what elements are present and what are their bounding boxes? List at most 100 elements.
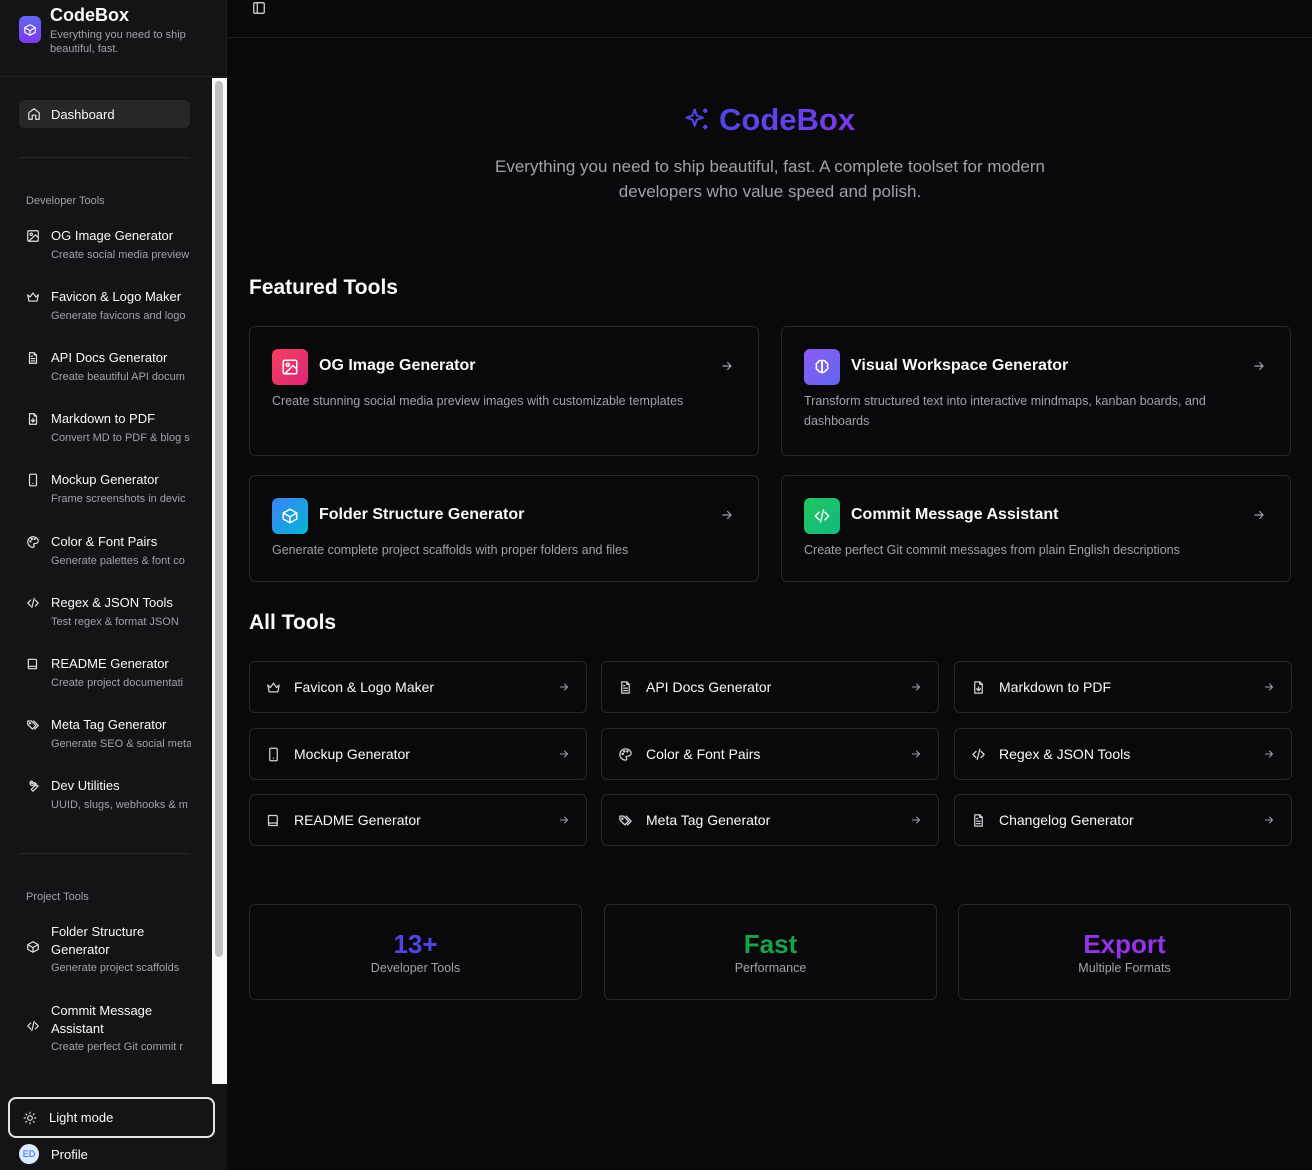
stat-label: Multiple Formats	[1078, 961, 1171, 975]
tool-card-markdown-to-pdf[interactable]: Markdown to PDF	[954, 661, 1292, 713]
sidebar-item-og-image-generator[interactable]: OG Image Generator Create social media pr…	[19, 228, 209, 268]
sidebar-item-readme-generator[interactable]: README Generator Create project documenta…	[19, 656, 209, 696]
sidebar-item-dashboard[interactable]: Dashboard	[19, 100, 190, 128]
stat-value: 13+	[393, 929, 438, 959]
tool-card-favicon-logo-maker[interactable]: Favicon & Logo Maker	[249, 661, 587, 713]
arrow-right-icon	[1252, 359, 1266, 373]
sidebar-item-title: Regex & JSON Tools	[51, 594, 173, 610]
featured-card-visual-workspace-generator[interactable]: Visual Workspace Generator Transform stru…	[781, 326, 1291, 456]
section-label-developer-tools: Developer Tools	[26, 195, 105, 207]
sidebar-item-favicon-logo-maker[interactable]: Favicon & Logo Maker Generate favicons an…	[19, 289, 209, 329]
file-down-icon	[26, 412, 40, 426]
hero-title: CodeBox	[683, 102, 855, 138]
tool-card-color-font-pairs[interactable]: Color & Font Pairs	[601, 728, 939, 780]
tool-card-mockup-generator[interactable]: Mockup Generator	[249, 728, 587, 780]
profile-button[interactable]: ED Profile	[19, 1144, 88, 1164]
palette-icon	[618, 747, 633, 762]
sidebar-item-desc: Create beautiful API docum	[51, 371, 185, 384]
featured-card-title: Commit Message Assistant	[851, 506, 1059, 523]
featured-card-commit-message-assistant[interactable]: Commit Message Assistant Create perfect G…	[781, 475, 1291, 582]
sidebar-toggle-icon[interactable]	[252, 1, 266, 15]
light-mode-button[interactable]: Light mode	[8, 1097, 215, 1138]
palette-icon	[26, 535, 40, 549]
tool-card-title: Regex & JSON Tools	[999, 746, 1131, 762]
arrow-right-icon	[910, 814, 922, 826]
box-icon	[272, 498, 308, 534]
sidebar-item-commit-message-assistant[interactable]: Commit Message Assistant Create perfect …	[19, 1002, 209, 1060]
sidebar-item-dev-utilities[interactable]: Dev Utilities UUID, slugs, webhooks & m	[19, 778, 209, 818]
sidebar-item-desc: Test regex & format JSON	[51, 615, 179, 628]
code-icon	[804, 498, 840, 534]
arrow-right-icon	[720, 359, 734, 373]
divider	[19, 157, 190, 158]
all-tools-heading: All Tools	[249, 611, 337, 634]
arrow-right-icon	[558, 681, 570, 693]
sidebar-item-api-docs-generator[interactable]: API Docs Generator Create beautiful API d…	[19, 350, 209, 390]
image-icon	[26, 229, 40, 243]
stat-label: Performance	[734, 961, 807, 975]
featured-card-title: Folder Structure Generator	[319, 506, 525, 523]
arrow-right-icon	[910, 681, 922, 693]
top-bar	[227, 0, 1312, 38]
code-icon	[26, 1019, 40, 1033]
brain-icon	[804, 349, 840, 385]
arrow-right-icon	[1252, 508, 1266, 522]
book-icon	[266, 813, 281, 828]
brand-header[interactable]: CodeBox Everything you need to ship beau…	[0, 0, 227, 77]
file-text-icon	[26, 351, 40, 365]
sidebar-item-label: Dashboard	[51, 106, 115, 122]
arrow-right-icon	[910, 748, 922, 760]
featured-card-desc: Transform structured text into interacti…	[804, 394, 1206, 428]
tool-card-changelog-generator[interactable]: Changelog Generator	[954, 794, 1292, 846]
featured-card-folder-structure-generator[interactable]: Folder Structure Generator Generate compl…	[249, 475, 759, 582]
sidebar-item-desc: Generate project scaffolds	[51, 962, 180, 974]
sidebar-item-meta-tag-generator[interactable]: Meta Tag Generator Generate SEO & social …	[19, 717, 209, 757]
sidebar-item-markdown-to-pdf[interactable]: Markdown to PDF Convert MD to PDF & blog …	[19, 411, 209, 451]
sidebar-nav[interactable]: Dashboard Developer Tools OG Image Gener…	[0, 78, 212, 1084]
file-text-icon	[971, 813, 986, 828]
sidebar-footer: Light mode ED Profile	[0, 1084, 227, 1170]
featured-card-desc: Create perfect Git commit messages from …	[804, 543, 1180, 557]
crown-icon	[266, 680, 281, 695]
sidebar-item-title: Mockup Generator	[51, 472, 159, 488]
tool-card-title: Meta Tag Generator	[646, 812, 771, 828]
sidebar-item-title: Favicon & Logo Maker	[51, 289, 182, 305]
sidebar-scrollbar-thumb[interactable]	[215, 81, 223, 957]
sidebar-item-title: README Generator	[51, 655, 169, 671]
sidebar-item-title: Color & Font Pairs	[51, 533, 158, 549]
tags-icon	[618, 813, 633, 828]
sidebar-item-color-font-pairs[interactable]: Color & Font Pairs Generate palettes & fo…	[19, 534, 209, 574]
arrow-right-icon	[558, 748, 570, 760]
code-icon	[26, 596, 40, 610]
sidebar-item-regex-json-tools[interactable]: Regex & JSON Tools Test regex & format JS…	[19, 595, 209, 635]
home-icon	[27, 107, 41, 121]
tool-card-api-docs-generator[interactable]: API Docs Generator	[601, 661, 939, 713]
sidebar-item-desc: Create perfect Git commit r	[51, 1041, 184, 1053]
light-mode-label: Light mode	[49, 1110, 114, 1125]
sidebar-item-desc: UUID, slugs, webhooks & m	[51, 798, 188, 811]
stat-card-multiple-formats: Export Multiple Formats	[958, 904, 1291, 1000]
sidebar-item-title: API Docs Generator	[51, 350, 168, 366]
featured-card-og-image-generator[interactable]: OG Image Generator Create stunning social…	[249, 326, 759, 456]
stat-label: Developer Tools	[370, 961, 461, 975]
sidebar-item-folder-structure-generator[interactable]: Folder Structure Generator Generate proj…	[19, 923, 209, 981]
tool-card-regex-json-tools[interactable]: Regex & JSON Tools	[954, 728, 1292, 780]
sidebar-item-desc: Create project documentati	[51, 676, 184, 689]
sidebar-item-title: Markdown to PDF	[51, 411, 156, 427]
sidebar-item-mockup-generator[interactable]: Mockup Generator Frame screenshots in dev…	[19, 472, 209, 512]
featured-card-title: OG Image Generator	[319, 357, 476, 374]
smartphone-icon	[26, 473, 40, 487]
tags-icon	[26, 718, 40, 732]
arrow-right-icon	[1263, 748, 1275, 760]
avatar: ED	[19, 1144, 39, 1164]
arrow-right-icon	[1263, 681, 1275, 693]
tool-card-meta-tag-generator[interactable]: Meta Tag Generator	[601, 794, 939, 846]
smartphone-icon	[266, 747, 281, 762]
box-icon	[19, 16, 41, 43]
sidebar-item-desc: Frame screenshots in devic	[51, 493, 186, 506]
brand-title: CodeBox	[50, 5, 130, 25]
file-down-icon	[971, 680, 986, 695]
crown-icon	[26, 290, 40, 304]
tool-card-readme-generator[interactable]: README Generator	[249, 794, 587, 846]
sidebar-item-title: OG Image Generator	[51, 228, 174, 243]
